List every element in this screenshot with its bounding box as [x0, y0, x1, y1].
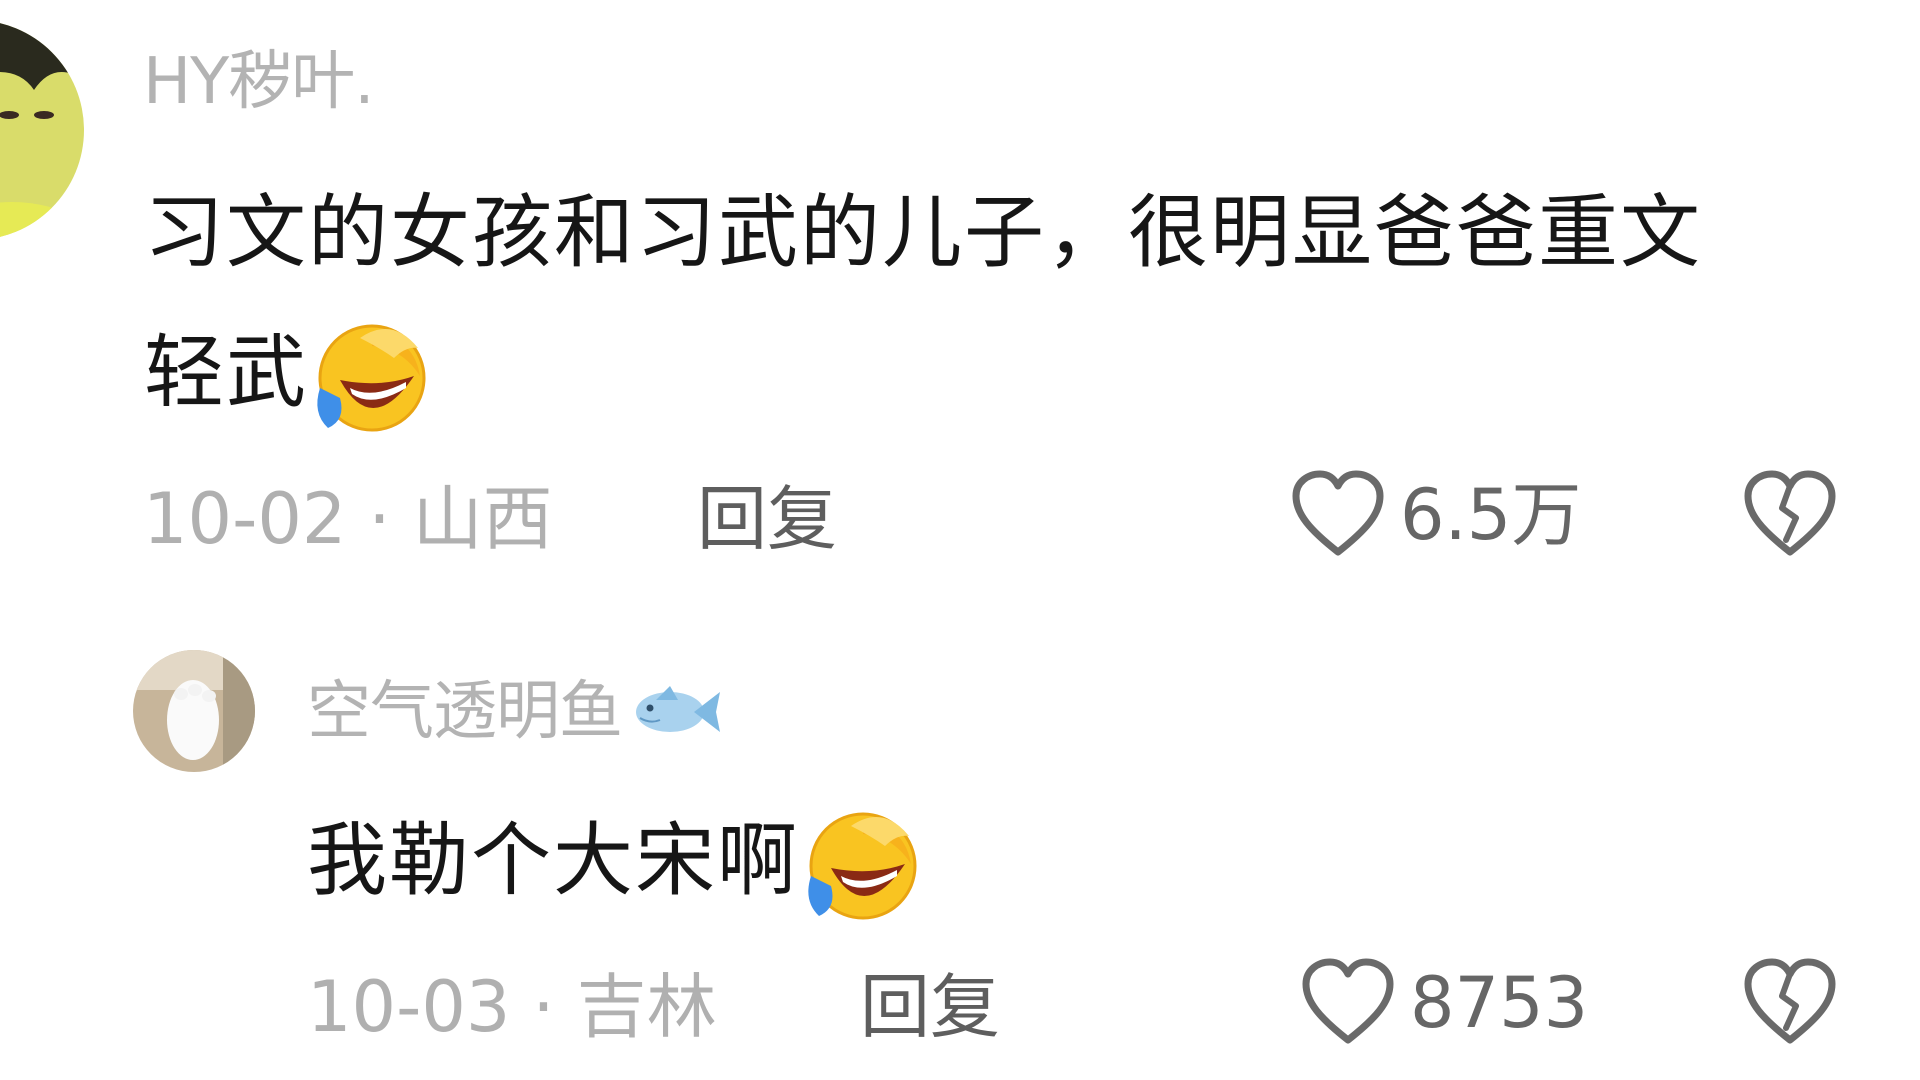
comment-text: 习文的女孩和习武的儿子，很明显爸爸重文 — [144, 160, 1702, 306]
comment-date: 10-02 — [143, 478, 347, 560]
broken-heart-icon — [1744, 958, 1836, 1044]
dislike-button[interactable] — [1742, 958, 1838, 1052]
comment-text: 我勒个大宋啊 — [307, 788, 921, 934]
reply-button[interactable]: 回复 — [697, 484, 837, 554]
like-count: 6.5万 — [1400, 474, 1582, 556]
meta-separator: · — [532, 966, 555, 1048]
comment-text-line: 习文的女孩和习武的儿子，很明显爸爸重文 — [144, 186, 1702, 279]
comment-location: 山西 — [412, 478, 553, 560]
meta-separator: · — [368, 478, 391, 560]
comment-text-line: 我勒个大宋啊 — [307, 814, 799, 907]
rolling-on-floor-laughing-icon — [801, 806, 921, 926]
like-button[interactable]: 8753 — [1300, 958, 1588, 1048]
username[interactable]: HY秽叶. — [143, 50, 375, 114]
heart-icon — [1292, 470, 1384, 556]
rolling-on-floor-laughing-icon — [310, 318, 430, 438]
username[interactable]: 空气透明鱼 — [307, 680, 722, 751]
avatar[interactable] — [133, 650, 255, 772]
broken-heart-icon — [1744, 470, 1836, 556]
comment-date: 10-03 — [307, 966, 511, 1048]
comment-text-continued: 轻武 — [144, 300, 430, 446]
like-button[interactable]: 6.5万 — [1290, 470, 1581, 560]
comment-text-line: 轻武 — [144, 326, 308, 419]
anime-character-avatar-icon — [0, 20, 84, 240]
reply-button[interactable]: 回复 — [860, 972, 1000, 1042]
comment-meta: 10-03 · 吉林 — [307, 972, 717, 1042]
comment-thread: HY秽叶. 习文的女孩和习武的儿子，很明显爸爸重文 轻武 10-02 · 山西 回复… — [0, 0, 1920, 1080]
heart-icon — [1302, 958, 1394, 1044]
comment-location: 吉林 — [576, 966, 717, 1048]
avatar[interactable] — [0, 20, 84, 240]
comment-meta: 10-02 · 山西 — [143, 484, 553, 554]
username-text: 空气透明鱼 — [307, 675, 623, 750]
like-count: 8753 — [1410, 962, 1589, 1044]
cat-paw-avatar-icon — [133, 650, 255, 772]
dislike-button[interactable] — [1742, 470, 1838, 564]
fish-icon — [630, 680, 722, 751]
